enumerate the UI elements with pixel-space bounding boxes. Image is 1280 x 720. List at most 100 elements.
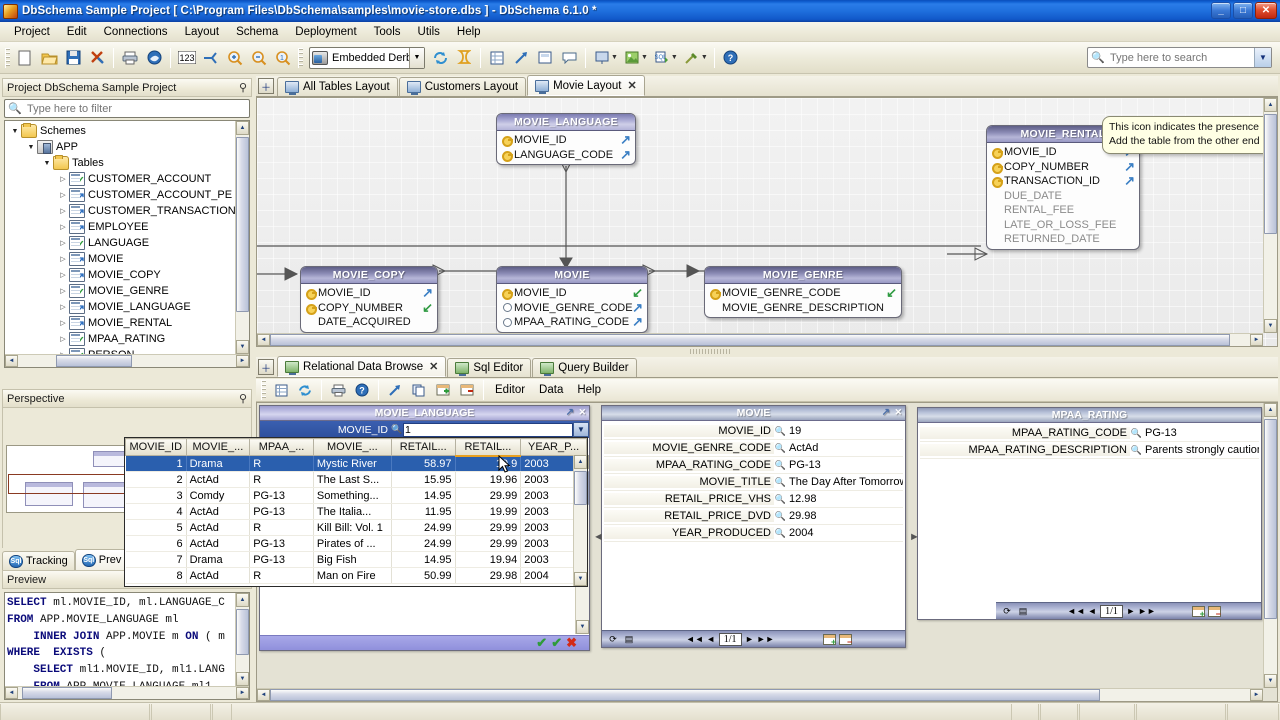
table-cell[interactable]: Comdy xyxy=(186,487,251,504)
browser-icon[interactable] xyxy=(142,46,166,70)
scroll-up-icon[interactable]: ▲ xyxy=(236,593,249,607)
close-icon[interactable]: ✕ xyxy=(429,360,438,373)
er-table-movie[interactable]: MOVIE MOVIE_ID MOVIE_GENRE_CODE MPAA_RATING… xyxy=(496,266,648,333)
search-dropdown-icon[interactable]: ▼ xyxy=(1254,48,1271,67)
table-cell[interactable]: Big Fish xyxy=(313,551,392,568)
table-cell[interactable]: ActAd xyxy=(186,567,251,584)
print-icon[interactable] xyxy=(118,46,142,70)
menu-deployment[interactable]: Deployment xyxy=(287,24,364,40)
first-record-icon[interactable]: ◄◄ xyxy=(686,632,704,646)
copy-icon[interactable]: ▤ xyxy=(621,632,637,646)
help-icon[interactable]: ? xyxy=(719,46,743,70)
browse-menu-help[interactable]: Help xyxy=(570,382,608,398)
tree-item-movie[interactable]: ▷ ↗ MOVIE xyxy=(5,251,235,267)
scroll-right-icon[interactable]: ► xyxy=(1250,689,1263,701)
chevron-down-icon[interactable]: ▼ xyxy=(611,54,618,61)
table-cell[interactable]: 19.94 xyxy=(455,551,522,568)
table-cell[interactable]: 29.98 xyxy=(455,567,522,584)
next-record-icon[interactable]: ► xyxy=(742,632,758,646)
filter-input[interactable]: 1 xyxy=(403,422,573,437)
scroll-right-icon[interactable]: ► xyxy=(236,355,249,367)
scroll-thumb[interactable] xyxy=(270,334,1230,346)
table-cell[interactable]: 1 xyxy=(125,455,187,472)
browse-tab-query-builder[interactable]: Query Builder xyxy=(532,358,637,377)
twisty-closed-icon[interactable]: ▷ xyxy=(57,303,69,311)
foreign-key-arrow-icon[interactable]: ↙ xyxy=(886,285,897,301)
field-value[interactable]: PG-13 xyxy=(1143,427,1259,439)
bottom-tab-prev[interactable]: Sql Prev xyxy=(74,549,129,570)
remove-row-icon[interactable] xyxy=(455,378,479,402)
twisty-closed-icon[interactable]: ▷ xyxy=(57,175,69,183)
window-titlebar[interactable]: MOVIE ↗ ✕ xyxy=(602,406,905,421)
chevron-down-icon[interactable]: ▼ xyxy=(701,54,708,61)
lens-icon[interactable]: 🔍 xyxy=(774,527,787,539)
twisty-closed-icon[interactable]: ▷ xyxy=(57,271,69,279)
tree-vscrollbar[interactable]: ▲ ▼ xyxy=(235,121,249,354)
status-icon-3[interactable] xyxy=(1079,703,1135,720)
status-icon-1[interactable] xyxy=(1011,703,1039,720)
hscroll-track[interactable] xyxy=(18,687,236,699)
commit-icon[interactable]: ✔ xyxy=(536,635,547,651)
table-cell[interactable]: Something... xyxy=(313,487,392,504)
er-table-movie_genre[interactable]: MOVIE_GENRE MOVIE_GENRE_CODE MOVIE_GENRE_D… xyxy=(704,266,902,318)
table-row[interactable]: 6ActAdPG-13Pirates of ...24.9929.992003 xyxy=(125,535,587,552)
foreign-key-arrow-icon[interactable]: ↗ xyxy=(1124,173,1135,189)
table-cell[interactable]: 15.95 xyxy=(391,471,456,488)
hscroll-track[interactable] xyxy=(270,334,1250,346)
table-row[interactable]: 8ActAdRMan on Fire50.9929.982004 xyxy=(125,567,587,584)
table-row[interactable]: 3ComdyPG-13Something...14.9529.992003 xyxy=(125,487,587,504)
delete-record-icon[interactable]: − xyxy=(1207,605,1221,618)
layout-tab-movie-layout[interactable]: Movie Layout ✕ xyxy=(527,75,645,96)
chevron-down-icon[interactable]: ▼ xyxy=(641,54,648,61)
close-icon[interactable]: ✕ xyxy=(627,79,636,92)
table-cell[interactable]: R xyxy=(249,455,314,472)
table-cell[interactable]: 24.99 xyxy=(391,519,456,536)
foreign-key-arrow-icon[interactable]: ↗ xyxy=(632,314,643,330)
search-input[interactable] xyxy=(1108,50,1254,65)
twisty-open-icon[interactable]: ▼ xyxy=(9,128,21,135)
bottom-tab-tracking[interactable]: Sql Tracking xyxy=(2,551,75,570)
table-row[interactable]: 4ActAdPG-13The Italia...11.9519.992003 xyxy=(125,503,587,520)
browse-hscrollbar[interactable]: ◄ ► xyxy=(257,688,1263,701)
add-layout-button[interactable]: ＋ xyxy=(258,78,274,94)
menu-utils[interactable]: Utils xyxy=(410,24,448,40)
column-header-6[interactable]: YEAR_P... xyxy=(520,438,587,456)
delete-record-icon[interactable]: − xyxy=(839,633,853,646)
next-record-icon[interactable]: ► xyxy=(1123,604,1139,618)
new-icon[interactable] xyxy=(13,46,37,70)
table-cell[interactable]: Mystic River xyxy=(313,455,392,472)
table-cell[interactable]: PG-13 xyxy=(249,487,314,504)
scroll-up-icon[interactable]: ▲ xyxy=(574,455,587,469)
column-header-4[interactable]: RETAIL... xyxy=(390,438,456,456)
table-cell[interactable]: 3 xyxy=(125,487,187,504)
tree-item-app[interactable]: ▼ APP xyxy=(5,139,235,155)
layout-tab-all-tables-layout[interactable]: All Tables Layout xyxy=(277,77,398,96)
er-diagram-canvas[interactable]: MOVIE_LANGUAGE MOVIE_ID LANGUAGE_CODE ↗ ↗ MOV… xyxy=(256,97,1278,347)
lens-icon[interactable]: 🔍 xyxy=(774,459,787,471)
twisty-closed-icon[interactable]: ▷ xyxy=(57,335,69,343)
table-cell[interactable]: 11.95 xyxy=(391,503,456,520)
expand-icon[interactable] xyxy=(199,46,223,70)
window-titlebar[interactable]: MOVIE_LANGUAGE ↗ ✕ xyxy=(260,406,589,421)
maximize-button[interactable]: □ xyxy=(1233,2,1253,19)
table-cell[interactable]: ActAd xyxy=(186,471,251,488)
tree-item-schemes[interactable]: ▼ Schemes xyxy=(5,123,235,139)
browse-tab-relational-data-browse[interactable]: Relational Data Browse ✕ xyxy=(277,356,447,377)
table-cell[interactable]: 29.99 xyxy=(455,487,522,504)
table-cell[interactable]: 50.99 xyxy=(391,567,456,584)
tree-item-tables[interactable]: ▼ Tables xyxy=(5,155,235,171)
pan-right-icon[interactable]: ► xyxy=(909,531,920,543)
zoom-in-icon[interactable] xyxy=(223,46,247,70)
table-cell[interactable]: 14.95 xyxy=(391,487,456,504)
table-cell[interactable]: 6 xyxy=(125,535,187,552)
scroll-down-icon[interactable]: ▼ xyxy=(576,620,589,634)
field-value[interactable]: PG-13 xyxy=(787,459,903,471)
sql-preview[interactable]: SELECT ml.MOVIE_ID, ml.LANGUAGE_C FROM AP… xyxy=(4,592,250,700)
table-cell[interactable]: Drama xyxy=(186,455,251,472)
tree-item-movie_language[interactable]: ▷ ↗ MOVIE_LANGUAGE xyxy=(5,299,235,315)
open-icon[interactable] xyxy=(37,46,61,70)
browse-menu-editor[interactable]: Editor xyxy=(488,382,532,398)
add-record-icon[interactable]: + xyxy=(823,633,837,646)
scroll-thumb[interactable] xyxy=(22,687,112,699)
lens-icon[interactable]: 🔍 xyxy=(1130,444,1143,456)
